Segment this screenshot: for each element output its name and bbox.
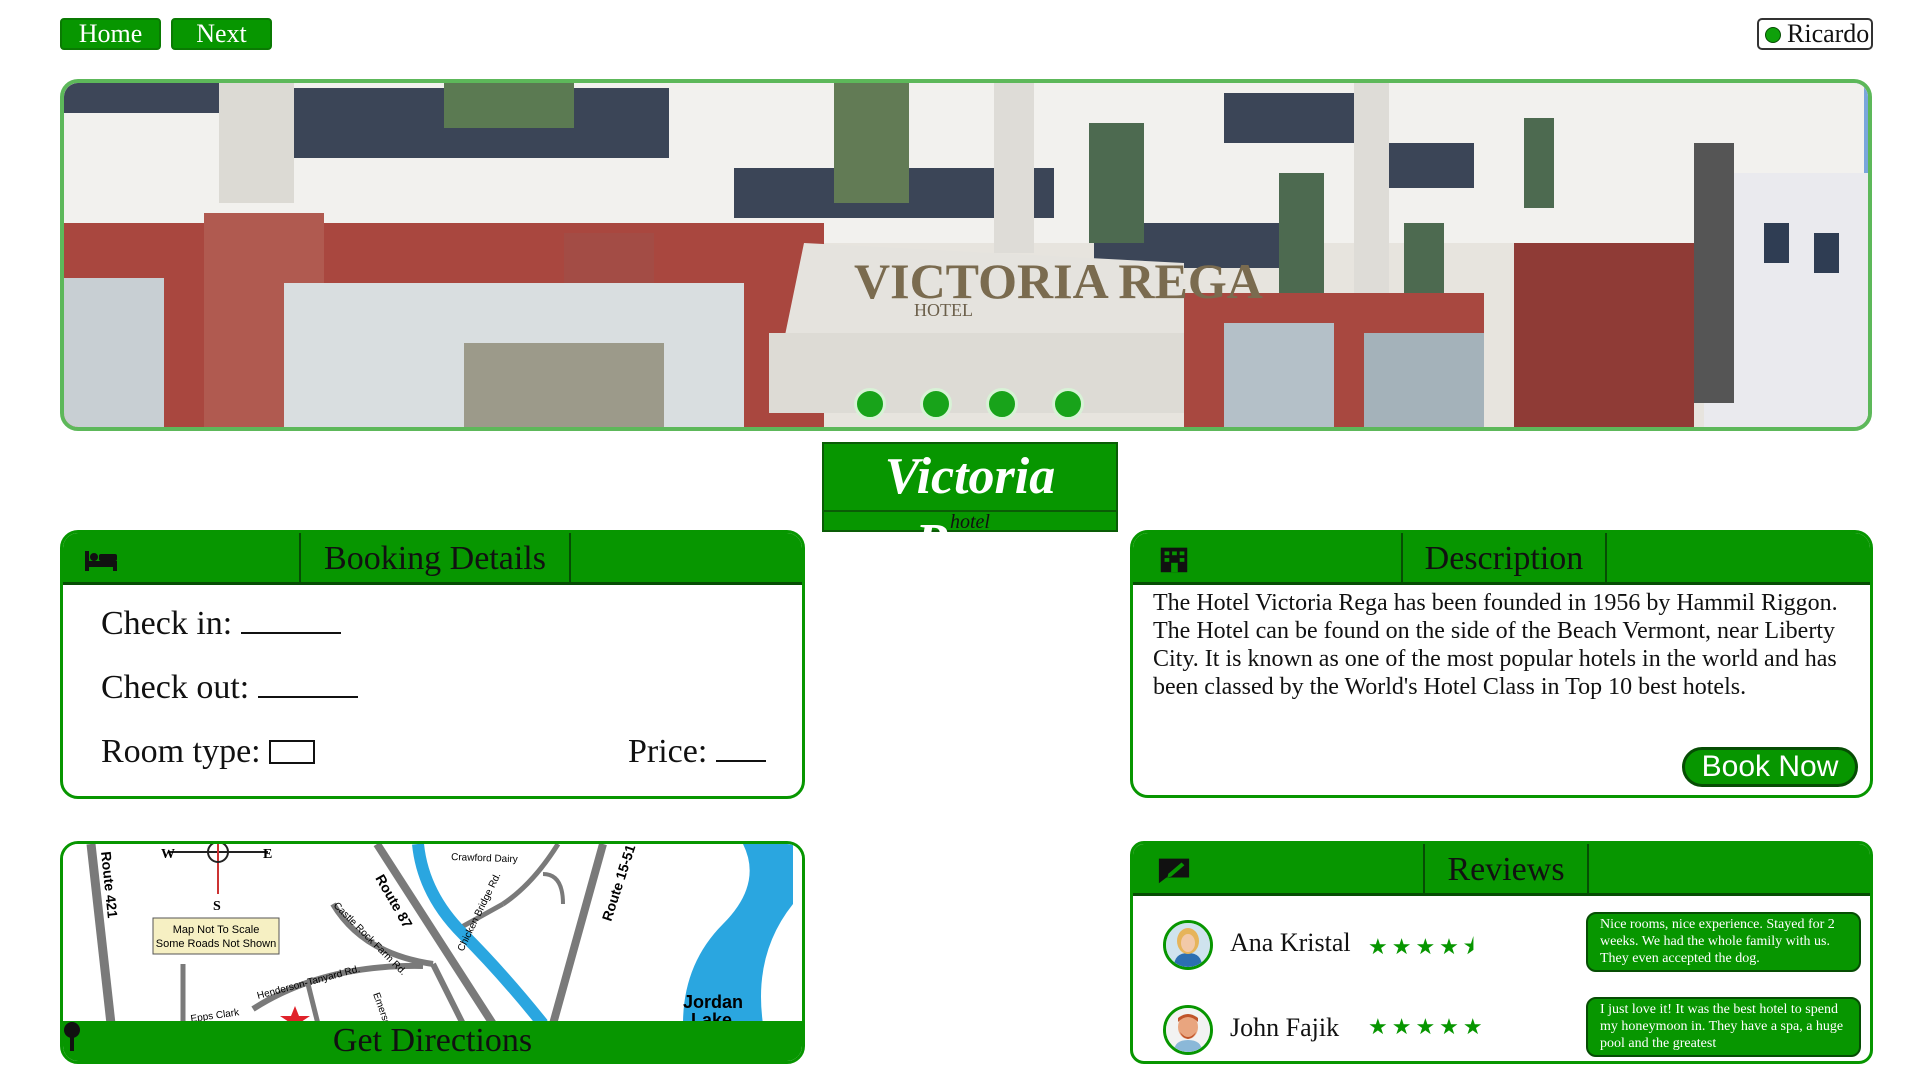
compass-west: W bbox=[161, 847, 175, 862]
home-button[interactable]: Home bbox=[60, 18, 161, 50]
booking-details-panel: Booking Details Check in: Check out: Roo… bbox=[60, 530, 805, 799]
carousel-dot-4[interactable] bbox=[1052, 388, 1084, 420]
hotel-title-box: Victoria Rega hotel bbox=[822, 442, 1118, 571]
carousel-indicators bbox=[854, 388, 1084, 420]
booking-panel-header: Booking Details bbox=[63, 533, 802, 585]
map-label-jordan: Jordan bbox=[683, 992, 743, 1012]
hotel-facade-image: VICTORIA REGA HOTEL bbox=[64, 83, 1868, 427]
next-button[interactable]: Next bbox=[171, 18, 272, 50]
map-panel[interactable]: W E S Map Not To Scale Some Roads Not Sh… bbox=[60, 841, 805, 1064]
reviewer-avatar bbox=[1163, 1005, 1213, 1055]
price-label: Price: bbox=[628, 733, 708, 770]
location-map[interactable]: W E S Map Not To Scale Some Roads Not Sh… bbox=[63, 844, 802, 1024]
description-panel-header: Description bbox=[1133, 533, 1870, 585]
carousel-dot-1[interactable] bbox=[854, 388, 886, 420]
room-type-label: Room type: bbox=[101, 733, 261, 770]
check-out-label: Check out: bbox=[101, 669, 250, 706]
map-pin-icon bbox=[64, 1022, 80, 1051]
price-value bbox=[715, 758, 766, 762]
compass-east: E bbox=[263, 847, 272, 862]
hotel-sign-subtext: HOTEL bbox=[914, 300, 973, 320]
review-text: I just love it! It was the best hotel to… bbox=[1586, 997, 1861, 1057]
description-panel: Description The Hotel Victoria Rega has … bbox=[1130, 530, 1873, 798]
rating-stars: ★★★★★ bbox=[1368, 1015, 1487, 1040]
review-item: Ana Kristal ★★★★⯨ Nice rooms, nice exper… bbox=[1133, 912, 1870, 982]
room-type-select[interactable] bbox=[269, 740, 316, 764]
check-in-row[interactable]: Check in: bbox=[101, 605, 341, 643]
rating-stars: ★★★★⯨ bbox=[1368, 935, 1479, 960]
reviewer-name: Ana Kristal bbox=[1230, 928, 1351, 957]
reviewer-avatar bbox=[1163, 920, 1213, 970]
get-directions-label: Get Directions bbox=[332, 1022, 533, 1059]
description-panel-title: Description bbox=[1401, 533, 1607, 585]
check-out-row[interactable]: Check out: bbox=[101, 669, 358, 707]
compass-south: S bbox=[213, 899, 221, 914]
check-in-field[interactable] bbox=[240, 630, 341, 634]
room-type-row[interactable]: Room type: bbox=[101, 733, 316, 771]
map-note-line1: Map Not To Scale bbox=[173, 924, 260, 936]
check-in-label: Check in: bbox=[101, 605, 233, 642]
hotel-name: Victoria Rega bbox=[884, 448, 1056, 571]
review-icon bbox=[1158, 858, 1190, 884]
price-row: Price: bbox=[628, 733, 766, 771]
reviewer-name: John Fajik bbox=[1230, 1013, 1340, 1042]
booking-panel-title: Booking Details bbox=[299, 533, 571, 585]
building-icon bbox=[1160, 547, 1188, 573]
check-out-field[interactable] bbox=[257, 694, 358, 698]
user-name: Ricardo bbox=[1787, 19, 1870, 48]
map-label-crawford: Crawford Dairy bbox=[451, 852, 518, 865]
hotel-image-carousel[interactable]: VICTORIA REGA HOTEL bbox=[60, 79, 1872, 431]
description-text: The Hotel Victoria Rega has been founded… bbox=[1153, 590, 1838, 700]
book-now-button[interactable]: Book Now bbox=[1682, 747, 1858, 787]
get-directions-button[interactable]: Get Directions bbox=[63, 1021, 802, 1061]
map-note-line2: Some Roads Not Shown bbox=[156, 938, 276, 950]
carousel-dot-3[interactable] bbox=[986, 388, 1018, 420]
carousel-dot-2[interactable] bbox=[920, 388, 952, 420]
review-item: John Fajik ★★★★★ I just love it! It was … bbox=[1133, 997, 1870, 1061]
bed-icon bbox=[85, 551, 117, 571]
reviews-panel: Reviews Ana Kristal ★★★★⯨ Nice rooms, ni… bbox=[1130, 841, 1873, 1064]
user-menu[interactable]: Ricardo bbox=[1757, 18, 1873, 50]
review-text: Nice rooms, nice experience. Stayed for … bbox=[1586, 912, 1861, 972]
reviews-panel-header: Reviews bbox=[1133, 844, 1870, 896]
online-status-icon bbox=[1765, 27, 1781, 43]
hotel-subtitle: hotel bbox=[824, 510, 1116, 532]
reviews-panel-title: Reviews bbox=[1423, 844, 1589, 896]
